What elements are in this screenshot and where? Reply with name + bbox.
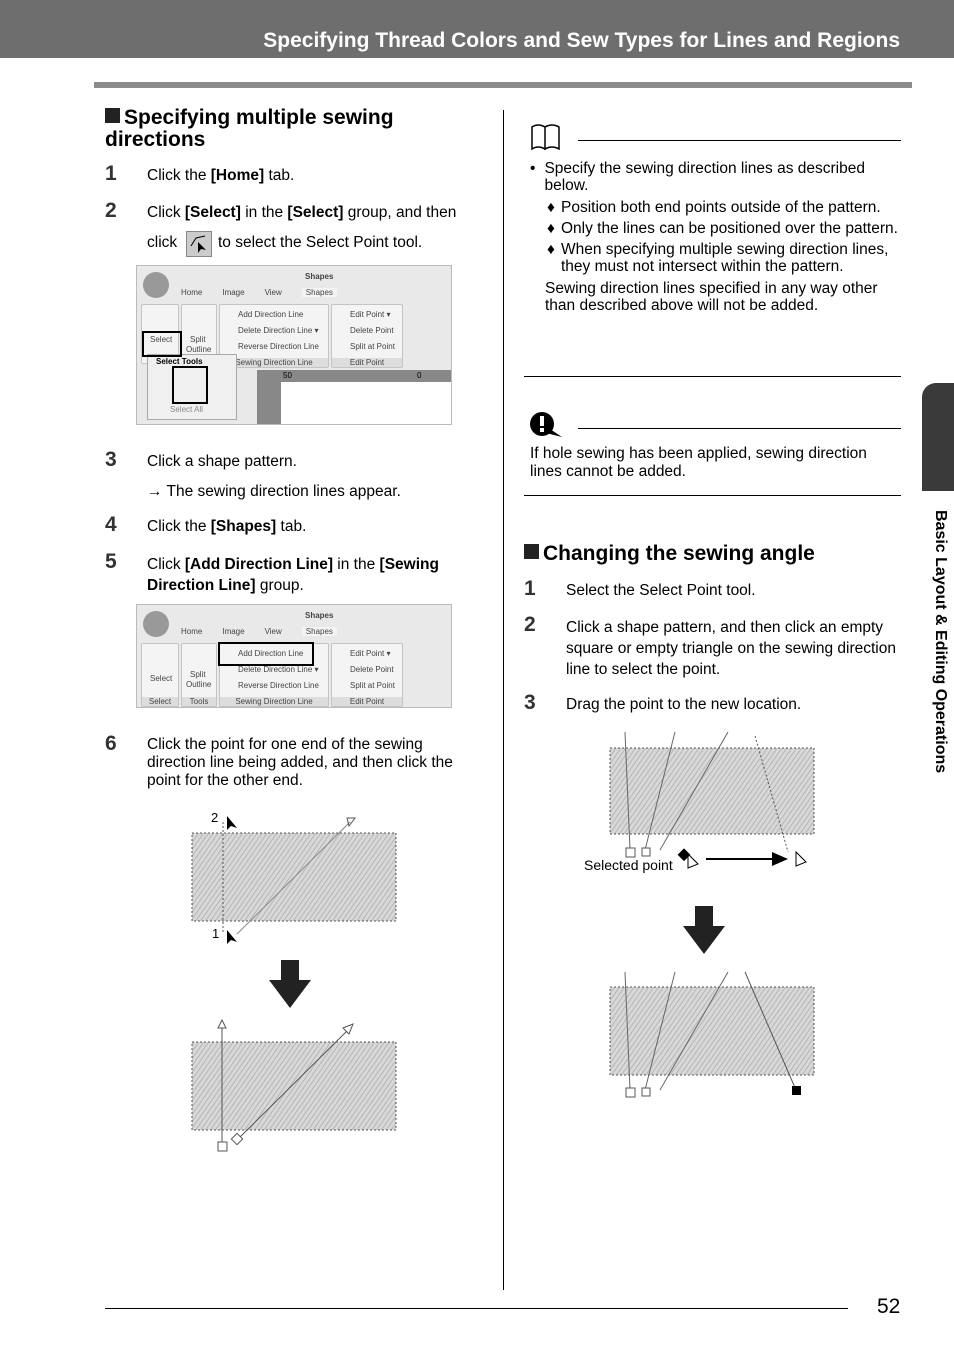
square-bullet-icon	[524, 544, 539, 559]
selected-point-label: Selected point	[584, 857, 673, 873]
ribbon-screenshot-select: Shapes Home Image View Shapes Select Split O…	[136, 265, 452, 425]
note-book-icon	[531, 124, 560, 151]
step-text: Click the [Home] tab.	[147, 167, 295, 184]
step-result: → The sewing direction lines appear.	[147, 483, 401, 500]
step-text: Drag the point to the new location.	[566, 696, 802, 713]
step-text: to select the Select Point tool.	[218, 234, 423, 251]
point-label-1: 1	[212, 926, 219, 941]
down-arrow-icon	[683, 906, 725, 954]
step-number: 3	[524, 691, 536, 714]
step-text: Click [Add Direction Line] in the [Sewin…	[147, 556, 439, 594]
footer-rule	[105, 1308, 848, 1309]
step-number: 2	[105, 199, 117, 222]
step-text: Click the point for one end of the sewin…	[147, 736, 453, 789]
step-text: Click [Select] in the [Select] group, an…	[147, 204, 457, 221]
step-number: 6	[105, 732, 117, 755]
step-number: 4	[105, 513, 117, 536]
manual-page: Specifying Thread Colors and Sew Types f…	[0, 0, 954, 1348]
step-text: Click a shape pattern, and then click an…	[566, 619, 896, 678]
note-body: • Specify the sewing direction lines as d…	[530, 160, 898, 314]
step-number: 3	[105, 448, 117, 471]
column-divider	[503, 110, 504, 1290]
page-number: 52	[877, 1295, 901, 1318]
caution-text: If hole sewing has been applied, sewing …	[530, 445, 867, 480]
caution-icon	[530, 412, 562, 437]
point-label-2: 2	[211, 810, 218, 825]
step-text: Click a shape pattern.	[147, 453, 297, 470]
select-point-tool-icon	[186, 231, 212, 257]
caution-bottom-rule	[524, 495, 901, 496]
page-header: Specifying Thread Colors and Sew Types f…	[0, 0, 954, 58]
step-number: 1	[105, 162, 117, 185]
square-bullet-icon	[105, 108, 120, 123]
step-text: Select the Select Point tool.	[566, 582, 756, 599]
note-bottom-rule	[524, 376, 901, 377]
step-text: Click the [Shapes] tab.	[147, 518, 307, 535]
header-rule	[94, 82, 912, 88]
down-arrow-icon	[269, 960, 311, 1008]
change-angle-diagram: Selected point	[584, 731, 815, 1098]
ribbon-screenshot-shapes: Shapes Home Image View Shapes Select Select …	[136, 604, 452, 708]
step-text: click	[147, 234, 178, 251]
caution-rule	[578, 428, 901, 429]
step-number: 2	[524, 613, 536, 636]
note-rule	[578, 140, 901, 141]
step-number: 1	[524, 577, 536, 600]
section-title-multiple: Specifying multiple sewing directions	[105, 106, 394, 151]
step-number: 5	[105, 550, 117, 573]
add-direction-line-diagram: 2 1	[191, 810, 397, 1152]
section-title-angle: Changing the sewing angle	[524, 543, 815, 565]
header-title: Specifying Thread Colors and Sew Types f…	[263, 29, 900, 52]
chapter-side-tab	[922, 383, 954, 491]
chapter-title-vertical: Basic Layout & Editing Operations	[932, 510, 949, 774]
